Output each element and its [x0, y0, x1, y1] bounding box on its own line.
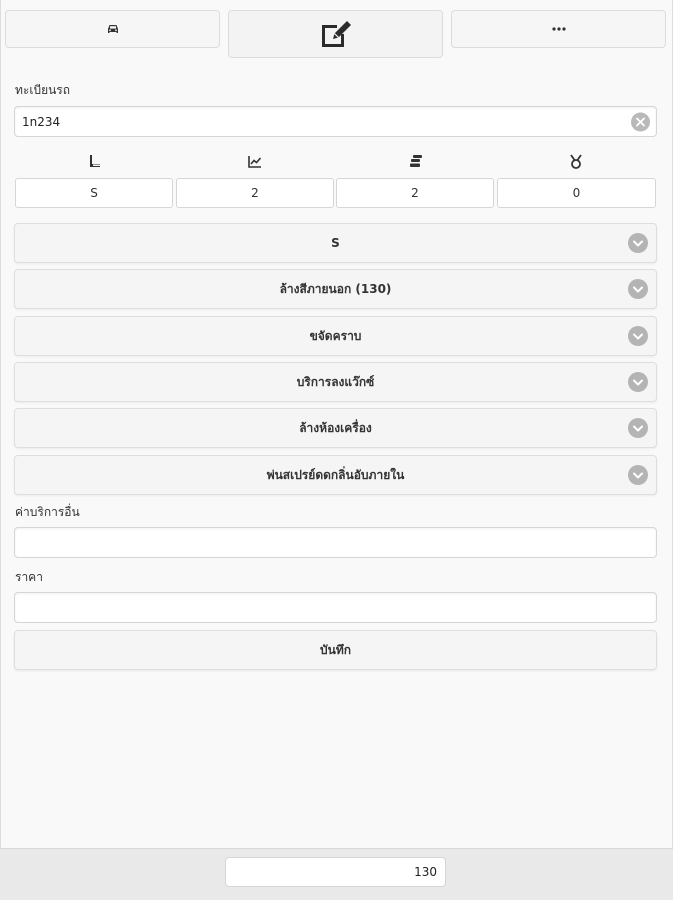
collapsible-size[interactable]: S — [14, 223, 657, 263]
size-field[interactable]: S — [15, 178, 173, 208]
collapsible-title: S — [331, 236, 340, 250]
collapsible-title: พ่นสเปรย์ดดกลิ่นอับภายใน — [266, 467, 405, 482]
medal-icon — [567, 152, 585, 170]
count-value-1: 2 — [251, 186, 259, 200]
chevron-down-icon — [628, 233, 648, 253]
coins-icon — [407, 152, 425, 170]
more-icon — [551, 27, 566, 31]
total-value: 130 — [414, 865, 437, 879]
collapsible-title: บริการลงแว๊กซ์ — [296, 374, 375, 389]
count-value-2: 2 — [411, 186, 419, 200]
price-input[interactable] — [14, 592, 657, 623]
chevron-down-icon — [628, 279, 648, 299]
chevron-down-icon — [628, 372, 648, 392]
collapsible-wax[interactable]: บริการลงแว๊กซ์ — [14, 362, 657, 402]
chart-icon — [246, 152, 264, 170]
count-field-1[interactable]: 2 — [176, 178, 334, 208]
points-field[interactable]: 0 — [497, 178, 656, 208]
plate-input[interactable]: 1n234 — [14, 106, 657, 137]
plate-value: 1n234 — [22, 114, 61, 129]
edit-icon — [319, 19, 353, 49]
collapsible-title: ขจัดคราบ — [309, 328, 362, 343]
collapsible-exterior-wash[interactable]: ล้างสีภายนอก (130) — [14, 269, 657, 309]
car-icon — [106, 23, 120, 35]
plate-label: ทะเบียนรถ — [15, 83, 71, 97]
collapsible-stain-removal[interactable]: ขจัดคราบ — [14, 316, 657, 356]
collapsible-odor-spray[interactable]: พ่นสเปรย์ดดกลิ่นอับภายใน — [14, 455, 657, 495]
clear-icon[interactable] — [631, 112, 650, 131]
collapsible-engine-wash[interactable]: ล้างห้องเครื่อง — [14, 408, 657, 448]
other-service-input[interactable] — [14, 527, 657, 558]
seat-icon — [86, 152, 104, 170]
collapsible-title: ล้างสีภายนอก (130) — [279, 281, 392, 296]
tab-car[interactable] — [5, 10, 220, 48]
collapsible-title: ล้างห้องเครื่อง — [299, 420, 372, 435]
size-value: S — [90, 186, 98, 200]
tab-edit[interactable] — [228, 10, 443, 58]
count-field-2[interactable]: 2 — [336, 178, 494, 208]
chevron-down-icon — [628, 326, 648, 346]
total-field[interactable]: 130 — [225, 857, 446, 887]
points-value: 0 — [572, 186, 581, 200]
tab-more[interactable] — [451, 10, 666, 48]
other-service-label: ค่าบริการอื่น — [15, 505, 80, 519]
chevron-down-icon — [628, 465, 648, 485]
save-button[interactable]: บันทึก — [14, 630, 657, 670]
price-label: ราคา — [15, 570, 43, 584]
chevron-down-icon — [628, 418, 648, 438]
